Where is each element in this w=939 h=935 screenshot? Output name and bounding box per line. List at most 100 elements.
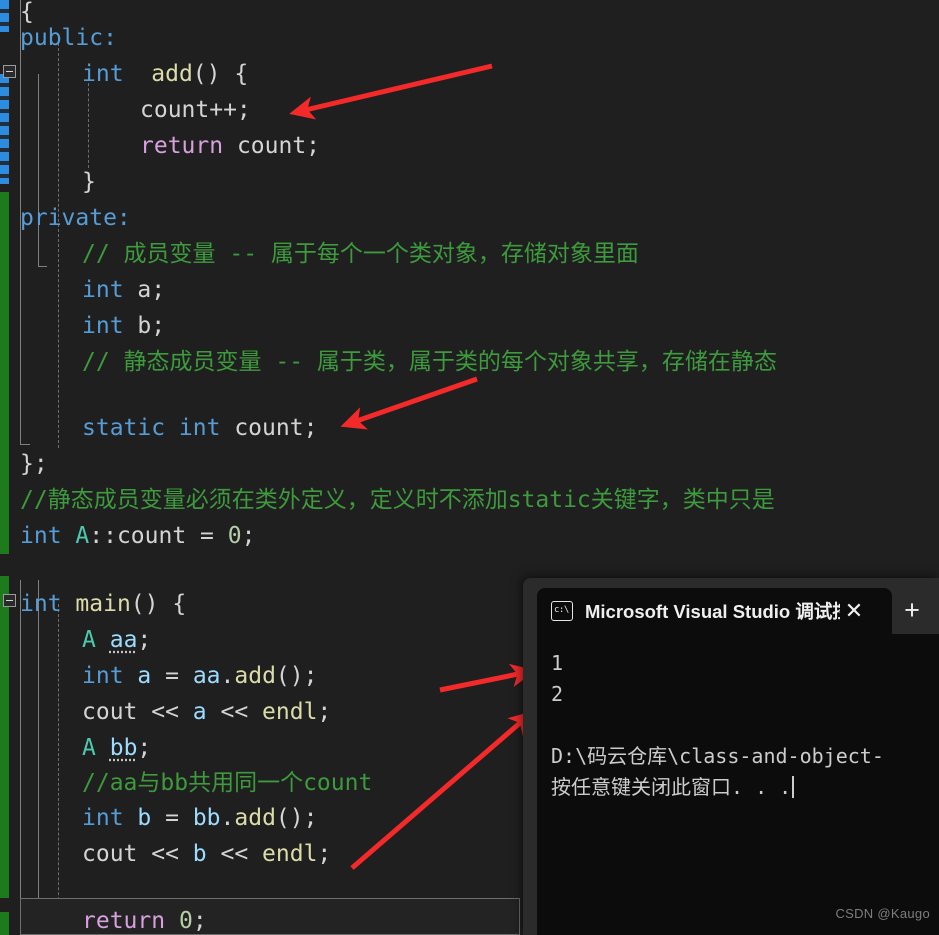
code-line[interactable]: }; bbox=[20, 446, 48, 482]
code-token: cout << bbox=[82, 841, 193, 867]
outline-structure-line bbox=[20, 444, 30, 445]
code-token: static int bbox=[82, 415, 221, 441]
code-token: << bbox=[206, 699, 263, 725]
code-line[interactable]: //aa与bb共用同一个count bbox=[82, 765, 372, 801]
code-token: int bbox=[20, 591, 62, 617]
collapse-region-button[interactable] bbox=[3, 594, 16, 607]
close-icon[interactable]: ✕ bbox=[840, 597, 868, 625]
code-token: 0 bbox=[227, 523, 242, 549]
code-line[interactable]: int b; bbox=[82, 308, 165, 344]
code-token: a bbox=[137, 663, 152, 689]
code-line[interactable]: public: bbox=[20, 20, 117, 56]
code-token: endl bbox=[262, 699, 318, 725]
console-output-line: 按任意键关闭此窗口. . . bbox=[551, 772, 939, 803]
code-token: add bbox=[151, 61, 193, 87]
code-line[interactable]: static int count; bbox=[82, 410, 317, 446]
code-line[interactable]: count++; bbox=[140, 92, 251, 128]
code-line[interactable]: // 成员变量 -- 属于每个一个类对象，存储对象里面 bbox=[82, 236, 639, 272]
code-token: public: bbox=[20, 25, 117, 51]
code-token: b; bbox=[123, 313, 166, 339]
code-token: 0 bbox=[178, 908, 193, 934]
code-token: bb bbox=[109, 735, 138, 761]
code-line[interactable]: return 0; bbox=[82, 903, 207, 935]
code-token: int bbox=[82, 663, 124, 689]
code-token: ; bbox=[317, 841, 332, 867]
code-line[interactable]: //静态成员变量必须在类外定义，定义时不添加static关键字，类中只是 bbox=[20, 482, 775, 518]
collapse-region-button[interactable] bbox=[3, 65, 16, 78]
code-token: endl bbox=[262, 841, 318, 867]
code-token: count; bbox=[223, 133, 321, 159]
change-bar-modified bbox=[0, 0, 9, 32]
code-line[interactable]: return count; bbox=[140, 128, 320, 164]
code-token: ; bbox=[317, 699, 332, 725]
code-token: int bbox=[20, 523, 62, 549]
code-token: . bbox=[220, 663, 235, 689]
code-token: aa bbox=[109, 627, 138, 653]
code-token: ; bbox=[137, 627, 152, 653]
code-token: = bbox=[151, 805, 193, 831]
code-line[interactable]: int a; bbox=[82, 272, 165, 308]
visual-studio-debug-console-window[interactable]: c:\ Microsoft Visual Studio 调试控 ✕ + 1 2 D:… bbox=[523, 578, 939, 935]
code-line[interactable]: int add() { bbox=[82, 56, 248, 92]
code-token: a bbox=[192, 699, 207, 725]
code-token: << bbox=[206, 841, 263, 867]
console-title-bar[interactable]: c:\ Microsoft Visual Studio 调试控 ✕ + bbox=[523, 578, 939, 634]
console-output-line: D:\码云仓库\class-and-object- bbox=[551, 744, 884, 768]
change-bar-saved bbox=[0, 912, 9, 935]
code-token: ; bbox=[192, 908, 207, 934]
console-caret bbox=[792, 776, 795, 798]
code-token: return bbox=[82, 908, 166, 934]
code-line[interactable]: int main() { bbox=[20, 586, 186, 622]
code-line[interactable]: int a = aa.add(); bbox=[82, 658, 317, 694]
code-line[interactable]: A aa; bbox=[82, 622, 151, 658]
code-token: A bbox=[82, 735, 96, 761]
code-token: ; bbox=[241, 523, 256, 549]
code-line[interactable]: int b = bb.add(); bbox=[82, 800, 317, 836]
code-line[interactable]: int A::count = 0; bbox=[20, 518, 255, 554]
console-output-area[interactable]: 1 2 D:\码云仓库\class-and-object- 按任意键关闭此窗口. . … bbox=[537, 634, 939, 935]
code-token: cout << bbox=[82, 699, 193, 725]
code-token: add bbox=[234, 805, 276, 831]
code-line[interactable]: private: bbox=[20, 200, 131, 236]
code-line[interactable]: } bbox=[82, 164, 96, 200]
outline-structure-line bbox=[38, 266, 47, 267]
code-line[interactable]: cout << b << endl; bbox=[82, 836, 331, 872]
console-output-line: 1 bbox=[551, 651, 564, 675]
indent-guide bbox=[58, 604, 59, 935]
code-token: bb bbox=[192, 805, 221, 831]
code-token: int bbox=[82, 277, 124, 303]
console-tab[interactable]: c:\ Microsoft Visual Studio 调试控 ✕ bbox=[537, 588, 892, 634]
watermark: CSDN @Kaugo bbox=[835, 906, 930, 921]
new-tab-icon[interactable]: + bbox=[895, 594, 929, 626]
outline-structure-line bbox=[38, 580, 39, 935]
code-token: return bbox=[140, 133, 224, 159]
code-token: aa bbox=[192, 663, 221, 689]
code-token: int bbox=[82, 805, 124, 831]
code-token: int bbox=[82, 313, 124, 339]
code-token: count++; bbox=[140, 97, 251, 123]
code-line[interactable]: // 静态成员变量 -- 属于类，属于类的每个对象共享，存储在静态 bbox=[82, 344, 777, 380]
code-token: ; bbox=[137, 735, 152, 761]
code-token: a; bbox=[123, 277, 166, 303]
code-token: A bbox=[75, 523, 90, 549]
code-token: b bbox=[137, 805, 152, 831]
code-token: int bbox=[82, 61, 124, 87]
code-token: // 成员变量 -- 属于每个一个类对象，存储对象里面 bbox=[82, 241, 639, 267]
code-token: //aa与bb共用同一个count bbox=[82, 770, 373, 796]
code-token: private: bbox=[20, 205, 131, 231]
code-line[interactable]: cout << a << endl; bbox=[82, 694, 331, 730]
code-token: add bbox=[234, 663, 276, 689]
screenshot-root: {public: int add() {count++; return count;… bbox=[0, 0, 939, 935]
indent-guide bbox=[58, 38, 59, 448]
code-token: // 静态成员变量 -- 属于类，属于类的每个对象共享，存储在静态 bbox=[82, 349, 777, 375]
change-bar-saved bbox=[0, 192, 9, 554]
code-line[interactable]: A bb; bbox=[82, 730, 151, 766]
code-token: //静态成员变量必须在类外定义，定义时不添加static关键字，类中只是 bbox=[20, 487, 775, 513]
